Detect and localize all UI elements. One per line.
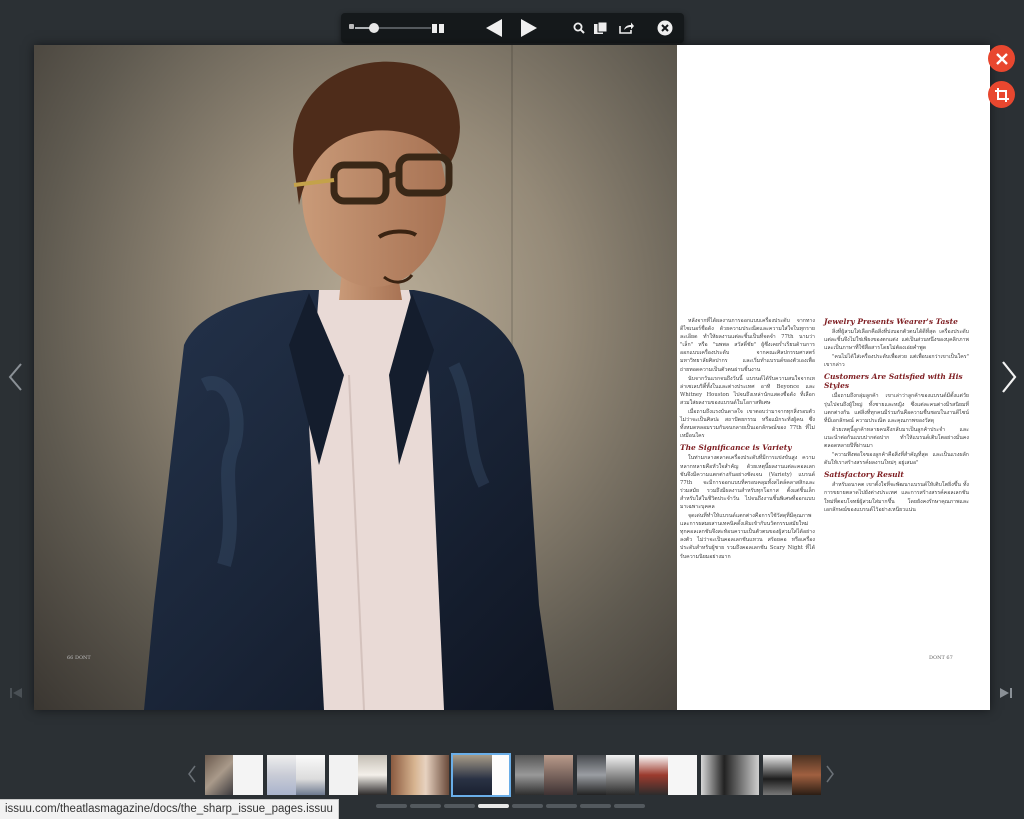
thumbnail-pages-2-3[interactable] xyxy=(267,755,325,795)
magazine-spread: 66 DONT หลังจากที่ได้ผลงานการออกแบบเครื่… xyxy=(34,45,990,710)
close-button[interactable] xyxy=(656,13,674,43)
clip-button[interactable] xyxy=(988,81,1015,108)
article-paragraph: เมื่อถามถึงแรงบันดาลใจ เขาตอบว่ามาจากทุก… xyxy=(680,409,815,440)
share-button[interactable] xyxy=(617,13,635,43)
thumbnail-pages-10-11[interactable] xyxy=(515,755,573,795)
pager-segment[interactable] xyxy=(546,804,577,808)
thumbnail-pages-12-13[interactable] xyxy=(577,755,635,795)
pager-segment[interactable] xyxy=(410,804,441,808)
close-icon xyxy=(995,52,1008,65)
status-bar-url: issuu.com/theatlasmagazine/docs/the_shar… xyxy=(0,799,339,819)
thumbnail-pages-14-15[interactable] xyxy=(639,755,697,795)
zoom-slider[interactable] xyxy=(349,13,431,43)
first-page-button[interactable] xyxy=(10,684,22,698)
thumbnail-pages-1[interactable] xyxy=(205,755,263,795)
previous-page-button[interactable] xyxy=(483,13,505,43)
pages-button[interactable] xyxy=(593,13,609,43)
thumbnail-pages-4-5[interactable] xyxy=(329,755,387,795)
arrow-left-icon xyxy=(486,19,502,37)
zoom-out-icon xyxy=(349,24,354,29)
next-spread-button[interactable] xyxy=(998,360,1018,394)
close-reader-button[interactable] xyxy=(988,45,1015,72)
share-icon xyxy=(618,22,634,34)
article-paragraph: เมื่อถามถึงกลุ่มลูกค้า เขาเล่าว่าลูกค้าข… xyxy=(824,393,969,424)
article-paragraph: "ความพึงพอใจของลูกค้าคือสิ่งที่สำคัญที่ส… xyxy=(824,452,969,467)
portrait-photo: 66 DONT xyxy=(34,45,677,710)
thumbnails-next-button[interactable] xyxy=(824,764,836,784)
thumbnail-pages-18-19[interactable] xyxy=(763,755,821,795)
pager-segment[interactable] xyxy=(614,804,645,808)
skip-back-icon xyxy=(10,688,22,698)
thumbnails-previous-button[interactable] xyxy=(186,764,198,784)
pager-segment[interactable] xyxy=(478,804,509,808)
pager-segment[interactable] xyxy=(444,804,475,808)
article-paragraph: สิ่งที่ผู้สวมใส่เลือกคือสิ่งที่บ่งบอกตัว… xyxy=(824,329,969,352)
article-column-right: Jewelry Presents Wearer's Taste สิ่งที่ผ… xyxy=(824,317,969,515)
thumbnail-pages-16-17[interactable] xyxy=(701,755,759,795)
chevron-right-icon xyxy=(1002,361,1017,393)
article-paragraph: ด้วยเหตุนี้ลูกค้าหลายคนจึงกลับมาเป็นลูกค… xyxy=(824,426,969,450)
thumbnail-pager xyxy=(376,804,645,809)
article-column-left: หลังจากที่ได้ผลงานการออกแบบเครื่องประดับ… xyxy=(680,317,815,562)
chevron-left-icon xyxy=(8,363,22,391)
thumbnail-pages-8-9[interactable] xyxy=(451,753,511,797)
article-paragraph: นับจากวันแรกจนถึงวันนี้ แบรนด์ได้รับความ… xyxy=(680,375,815,406)
pager-segment[interactable] xyxy=(376,804,407,808)
page-number-right: DONT 67 xyxy=(929,655,953,661)
search-icon xyxy=(573,22,585,34)
section-heading: Customers Are Satisfied with His Styles xyxy=(824,372,963,391)
section-heading: Jewelry Presents Wearer's Taste xyxy=(824,317,958,326)
previous-spread-button[interactable] xyxy=(6,362,26,392)
next-page-button[interactable] xyxy=(518,13,540,43)
article-paragraph: สำหรับอนาคต เขาตั้งใจที่จะพัฒนาแบรนด์ให้… xyxy=(824,482,969,513)
reader-toolbar xyxy=(341,13,684,43)
article-paragraph: ในท่ามกลางตลาดเครื่องประดับที่มีการแข่งข… xyxy=(680,455,815,510)
search-button[interactable] xyxy=(571,13,587,43)
close-circle-icon xyxy=(657,20,673,36)
article-paragraph: "คนไม่ได้ใส่เครื่องประดับเพื่อสวย แต่เพื… xyxy=(824,354,969,369)
thumbnail-pages-6-7[interactable] xyxy=(391,755,449,795)
chevron-left-icon xyxy=(188,765,196,783)
article-paragraph: หลังจากที่ได้ผลงานการออกแบบเครื่องประดับ… xyxy=(680,318,815,373)
crop-icon xyxy=(994,87,1009,102)
skip-forward-icon xyxy=(1000,688,1012,698)
spread-view-icon[interactable] xyxy=(431,13,445,43)
chevron-right-icon xyxy=(826,765,834,783)
article-paragraph: จุดเด่นที่ทำให้แบรนด์แตกต่างคือการใช้วัส… xyxy=(680,513,815,560)
pager-segment[interactable] xyxy=(512,804,543,808)
pages-icon xyxy=(594,22,608,34)
arrow-right-icon xyxy=(521,19,537,37)
page-number-left: 66 DONT xyxy=(67,655,91,661)
article-page: หลังจากที่ได้ผลงานการออกแบบเครื่องประดับ… xyxy=(677,45,990,710)
man-portrait-figure xyxy=(144,61,554,710)
pager-segment[interactable] xyxy=(580,804,611,808)
section-heading: The Significance is Variety xyxy=(680,443,792,453)
section-heading: Satisfactory Result xyxy=(824,470,904,480)
last-page-button[interactable] xyxy=(1000,684,1012,698)
zoom-slider-handle[interactable] xyxy=(369,23,379,33)
